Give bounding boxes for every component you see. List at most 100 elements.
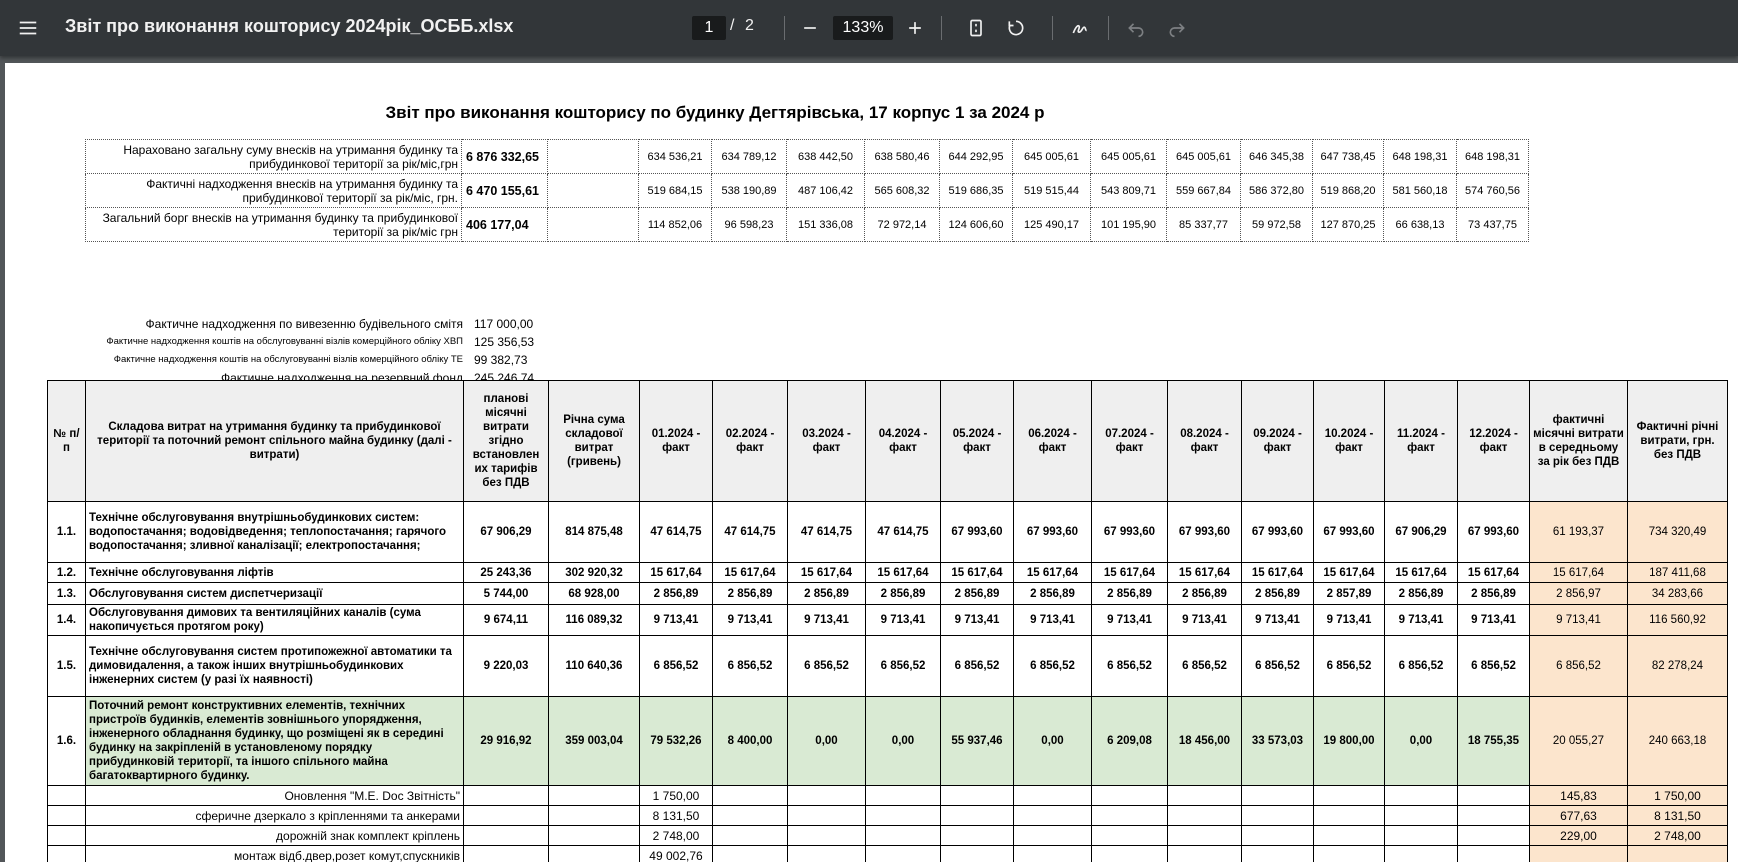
summary-month-value: 125 490,17 <box>1012 207 1091 242</box>
summary-month-value: 73 437,75 <box>1456 207 1529 242</box>
menu-icon[interactable] <box>10 10 46 46</box>
subrow-blank <box>548 805 640 826</box>
subrow-blank <box>1167 785 1242 806</box>
expense-row: 1.1. Технічне обслуговування внутрішньобу… <box>47 501 1728 563</box>
row-month-value: 2 856,89 <box>865 582 941 605</box>
report-title: Звіт про виконання кошторису по будинку … <box>385 103 1045 122</box>
subrow-blank <box>712 805 788 826</box>
subrow-blank <box>1384 845 1458 862</box>
row-month-value: 6 856,52 <box>1167 635 1242 697</box>
subrow-name: монтаж відб.двер,розет комут,спускників <box>85 845 464 862</box>
subrow-blank <box>865 805 941 826</box>
redo-icon[interactable] <box>1161 12 1193 44</box>
subrow-blank <box>1313 805 1385 826</box>
row-month-value: 2 856,89 <box>787 582 866 605</box>
rotate-icon[interactable] <box>1000 12 1032 44</box>
row-average: 9 713,41 <box>1529 604 1628 636</box>
row-month-value: 2 856,89 <box>1013 582 1092 605</box>
summary-row: Загальний борг внесків на утримання буди… <box>85 207 1529 242</box>
row-month-value: 9 713,41 <box>1167 604 1242 636</box>
subrow-blank <box>548 825 640 846</box>
document-title: Звіт про виконання кошторису 2024рік_ОСБ… <box>65 16 514 36</box>
summary-month-value: 559 667,84 <box>1166 173 1241 208</box>
subrow-average: 677,63 <box>1529 805 1628 826</box>
row-month-value: 0,00 <box>787 696 866 786</box>
row-month-value: 9 713,41 <box>1313 604 1385 636</box>
row-annual: 359 003,04 <box>548 696 640 786</box>
row-month-value: 9 713,41 <box>712 604 788 636</box>
expense-subrow: Оновлення "М.Е. Doc Звітність" 1 750,00 14… <box>47 785 1728 806</box>
summary-month-value: 538 190,89 <box>711 173 787 208</box>
subrow-blank <box>712 845 788 862</box>
row-month-value: 6 856,52 <box>787 635 866 697</box>
subrow-blank <box>787 805 866 826</box>
page-total: 2 <box>745 17 754 34</box>
summary-month-value: 101 195,90 <box>1090 207 1167 242</box>
subrow-blank <box>1313 825 1385 846</box>
row-month-value: 15 617,64 <box>1167 562 1242 583</box>
row-annual: 110 640,36 <box>548 635 640 697</box>
document-viewer[interactable]: Звіт про виконання кошторису по будинку … <box>0 56 1738 862</box>
summary-month-value: 581 560,18 <box>1383 173 1457 208</box>
subrow-blank <box>1091 805 1168 826</box>
summary-month-value: 586 372,80 <box>1240 173 1313 208</box>
row-planned: 29 916,92 <box>463 696 549 786</box>
fit-page-icon[interactable] <box>960 12 992 44</box>
subrow-blank <box>712 825 788 846</box>
row-month-value: 6 856,52 <box>940 635 1014 697</box>
row-month-value: 67 993,60 <box>1091 501 1168 563</box>
subrow-blank <box>1457 785 1530 806</box>
row-month-value: 67 993,60 <box>940 501 1014 563</box>
row-name: Поточний ремонт конструктивних елементів… <box>85 696 464 786</box>
row-annual: 68 928,00 <box>548 582 640 605</box>
subrow-blank <box>1457 805 1530 826</box>
row-month-value: 2 856,89 <box>1241 582 1314 605</box>
row-month-value: 9 713,41 <box>1384 604 1458 636</box>
row-month-value: 6 856,52 <box>1241 635 1314 697</box>
subrow-blank <box>1013 785 1092 806</box>
row-month-value: 0,00 <box>865 696 941 786</box>
summary-blank <box>547 139 639 174</box>
summary-month-value: 519 868,20 <box>1312 173 1384 208</box>
subrow-blank <box>1313 785 1385 806</box>
row-month-value: 47 614,75 <box>639 501 713 563</box>
row-planned: 5 744,00 <box>463 582 549 605</box>
subrow-blank <box>1167 845 1242 862</box>
summary-month-value: 124 606,60 <box>939 207 1013 242</box>
subrow-blank <box>865 845 941 862</box>
zoom-level-input[interactable]: 133% <box>833 16 893 40</box>
zoom-out-icon[interactable] <box>794 12 826 44</box>
row-month-value: 6 856,52 <box>1384 635 1458 697</box>
summary-blank <box>547 207 639 242</box>
subrow-blank <box>463 845 549 862</box>
summary-month-value: 647 738,45 <box>1312 139 1384 174</box>
row-month-value: 6 856,52 <box>1313 635 1385 697</box>
row-month-value: 2 857,89 <box>1313 582 1385 605</box>
annotate-icon[interactable] <box>1064 12 1096 44</box>
undo-icon[interactable] <box>1120 12 1152 44</box>
summary-month-value: 151 336,08 <box>786 207 865 242</box>
summary-table: Нараховано загальну суму внесків на утри… <box>85 139 1529 242</box>
subrow-name: Оновлення "М.Е. Doc Звітність" <box>85 785 464 806</box>
summary-month-value: 638 442,50 <box>786 139 865 174</box>
row-month-value: 67 993,60 <box>1167 501 1242 563</box>
row-name: Технічне обслуговування внутрішньобудинк… <box>85 501 464 563</box>
zoom-in-icon[interactable] <box>899 12 931 44</box>
header-month: 11.2024 - факт <box>1384 380 1458 502</box>
subrow-blank <box>1091 785 1168 806</box>
subrow-name: сферичне дзеркало з кріпленнями та анкер… <box>85 805 464 826</box>
summary-label: Нараховано загальну суму внесків на утри… <box>85 139 462 174</box>
subrow-blank <box>1167 805 1242 826</box>
row-month-value: 47 614,75 <box>712 501 788 563</box>
row-month-value: 6 856,52 <box>1091 635 1168 697</box>
row-number: 1.2. <box>47 562 86 583</box>
row-month-value: 15 617,64 <box>940 562 1014 583</box>
row-month-value: 15 617,64 <box>639 562 713 583</box>
subrow-jan-value: 1 750,00 <box>639 785 713 806</box>
page-number-input[interactable]: 1 <box>692 16 726 40</box>
expense-row: 1.4. Обслуговування димових та вентиляцій… <box>47 604 1728 636</box>
subrow-blank <box>1313 845 1385 862</box>
row-month-value: 15 617,64 <box>1313 562 1385 583</box>
row-month-value: 15 617,64 <box>787 562 866 583</box>
row-month-value: 2 856,89 <box>940 582 1014 605</box>
